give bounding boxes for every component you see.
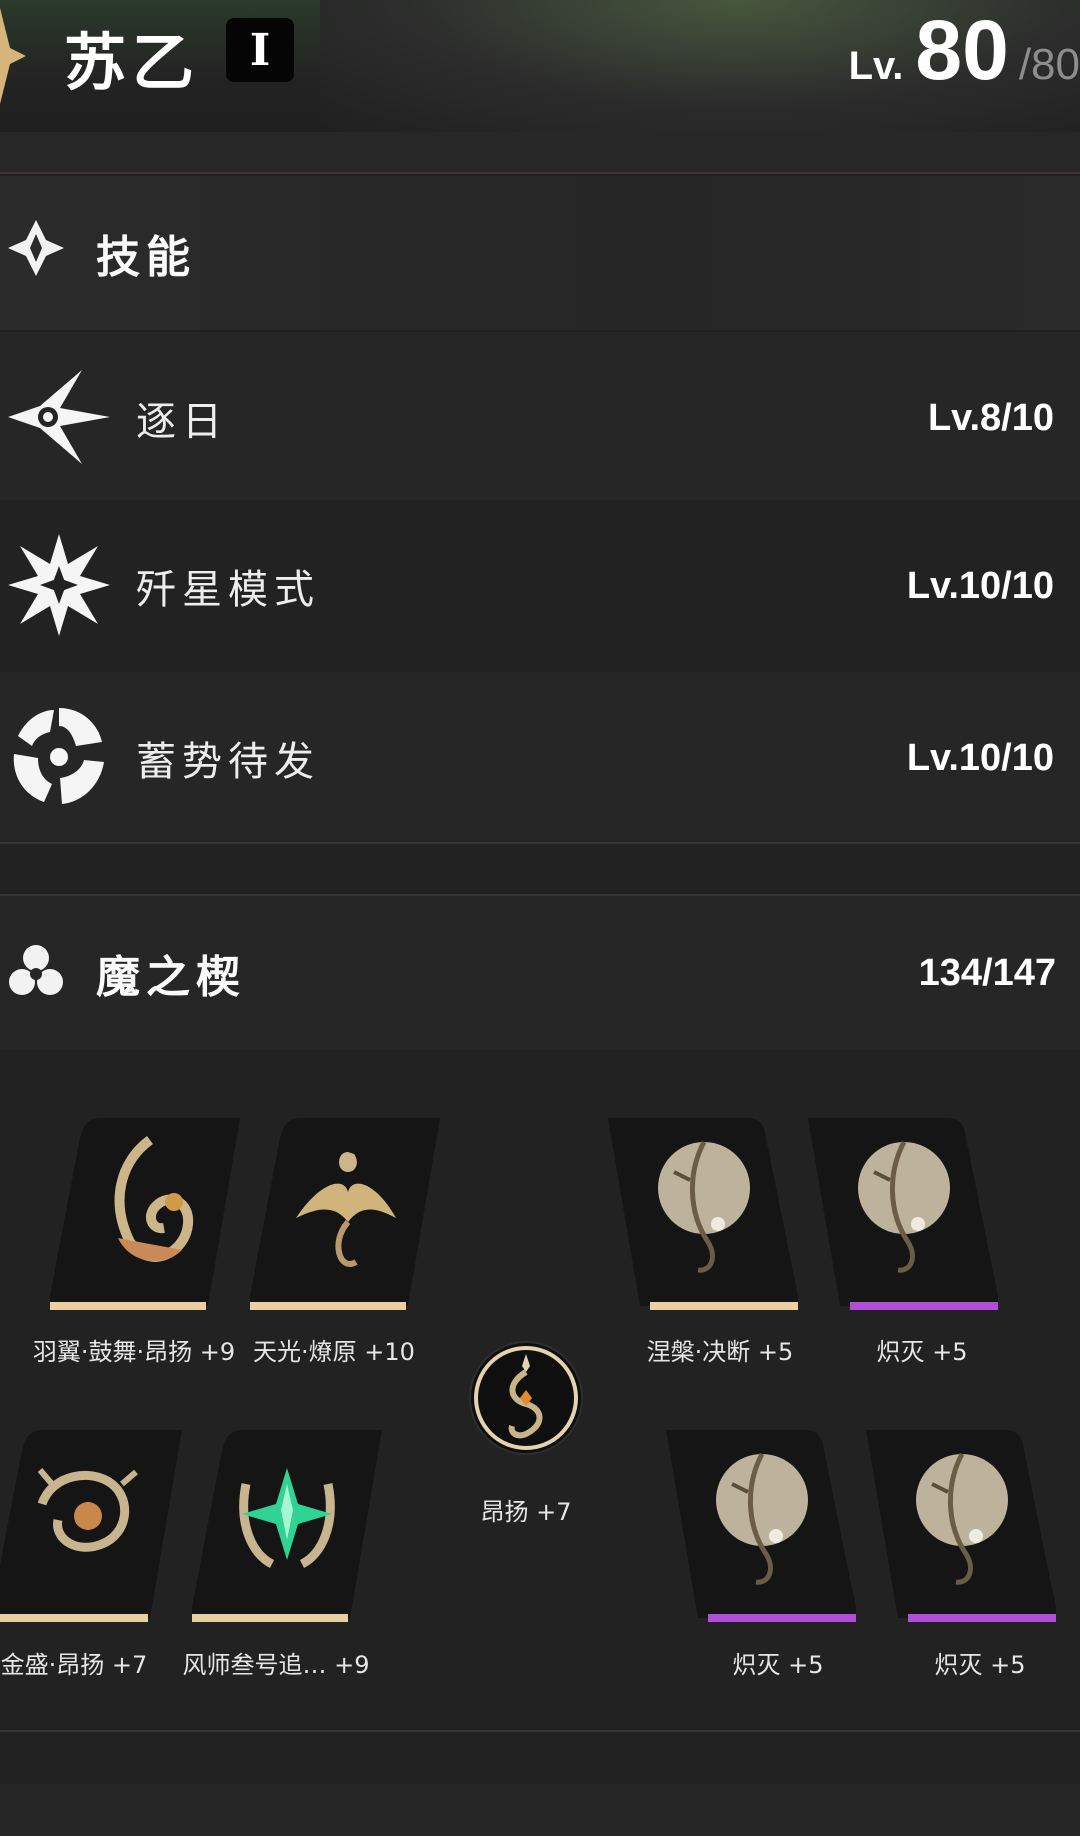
wedge-slot-label: 天光·燎原 +10 [253,1338,415,1366]
skill-star-burst-icon [8,534,110,636]
level-current: 80 [915,3,1009,97]
mask-emblem-icon [716,1452,808,1585]
skill-name: 逐日 [136,399,228,445]
wedge-slot-label: 炽灭 +5 [876,1338,968,1366]
skill-level: Lv.10/10 [906,564,1054,607]
wedge-slot[interactable] [866,1430,1056,1630]
skill-name: 蓄势待发 [136,739,320,785]
wedge-slot[interactable] [0,1430,182,1630]
skill-vortex-icon [13,708,104,804]
element-star-icon [0,8,26,104]
skill-row[interactable]: 蓄势待发 Lv.10/10 [0,672,1080,844]
section-gap [0,844,1080,894]
skill-row[interactable]: 逐日 Lv.8/10 [0,332,1080,504]
wedge-slot[interactable] [250,1118,440,1318]
phoenix-emblem-icon [296,1152,396,1267]
wedge-slot[interactable] [608,1118,798,1318]
character-level: Lv. 80 /80 [849,0,1080,100]
wedge-count: 134/147 [918,951,1056,994]
mask-emblem-icon [658,1140,750,1273]
skill-level: Lv.10/10 [906,736,1054,779]
header-divider [0,132,1080,174]
skill-name: 歼星模式 [136,567,320,613]
skill-level: Lv.8/10 [927,396,1054,439]
skill-diamond-icon [8,220,64,276]
feather-emblem-icon [114,1135,194,1262]
level-prefix: Lv. [848,44,904,88]
mask-emblem-icon [916,1452,1008,1585]
character-header: 苏乙 I Lv. 80 /80 [0,0,1080,132]
skills-section-title: 技能 [96,232,196,283]
dragon-emblem-icon [37,1468,138,1552]
level-max: /80 [1018,40,1080,89]
green-star-emblem-icon [239,1468,335,1569]
character-name: 苏乙 [64,26,201,99]
wedge-section-title: 魔之楔 [96,952,246,1003]
wedge-trinity-icon [9,945,63,995]
wedge-slot[interactable] [666,1430,856,1630]
center-wedge-node[interactable] [466,1338,586,1458]
wedge-slot[interactable] [192,1430,382,1630]
next-section-header [0,1784,1080,1836]
center-node-label: 昂扬 +7 [480,1498,572,1526]
section-gap [0,1732,1080,1784]
wedge-slot[interactable] [50,1118,240,1318]
wedge-slot[interactable] [808,1118,998,1318]
skill-sun-chase-icon [8,370,110,464]
rank-badge: I [226,18,294,82]
wedge-section-header: 魔之楔 134/147 [0,896,1080,1050]
skills-section-header: 技能 [0,176,1080,330]
wedge-slot-label: 炽灭 +5 [934,1651,1026,1679]
wedge-slot-label: 风师叁号追… +9 [182,1651,370,1679]
mask-emblem-icon [858,1140,950,1273]
skill-row[interactable]: 歼星模式 Lv.10/10 [0,500,1080,672]
